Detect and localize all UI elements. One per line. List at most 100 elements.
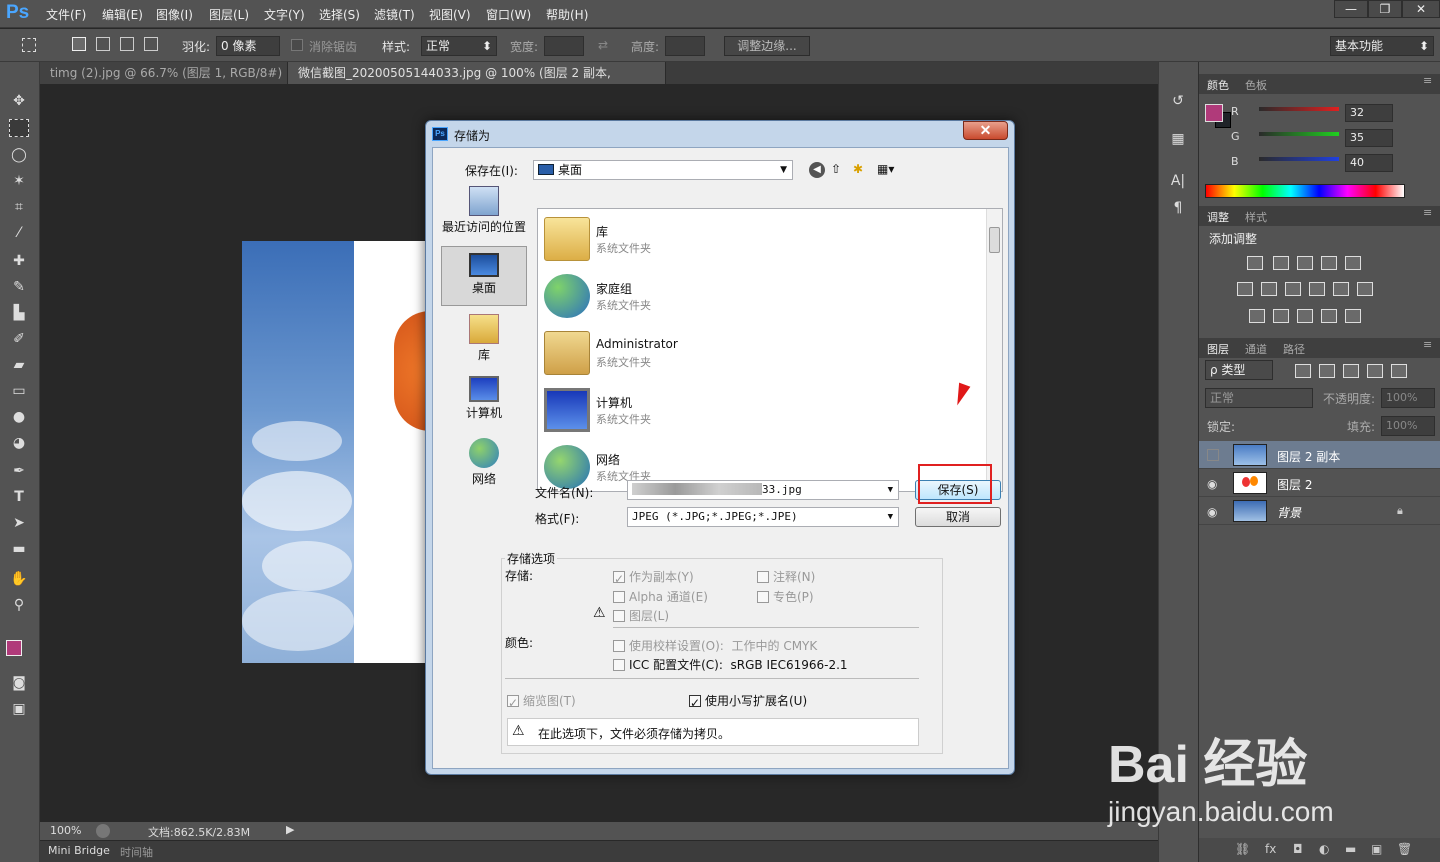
quick-mask-icon[interactable]: ◙ [9, 674, 29, 692]
new-adjustment-icon[interactable]: ◐ [1319, 842, 1329, 856]
posterize-icon[interactable] [1273, 309, 1289, 323]
width-input[interactable] [544, 36, 584, 56]
format-select[interactable]: JPEG (*.JPG;*.JPEG;*.JPE) ▼ [627, 507, 899, 527]
tab-layers[interactable]: 图层 [1207, 341, 1229, 357]
visibility-toggle[interactable] [1207, 449, 1219, 461]
refine-edge-button[interactable]: 调整边缘... [724, 36, 810, 56]
option-proof[interactable]: 使用校样设置(O): 工作中的 CMYK [613, 637, 817, 654]
lasso-tool-icon[interactable]: ◯ [9, 146, 29, 164]
filter-adjust-icon[interactable] [1319, 364, 1335, 378]
cancel-button[interactable]: 取消 [915, 507, 1001, 527]
path-select-icon[interactable]: ➤ [9, 514, 29, 532]
layer-row[interactable]: ◉ 图层 2 [1199, 469, 1440, 497]
delete-layer-icon[interactable]: 🗑︎ [1397, 842, 1412, 856]
option-icc[interactable]: ICC 配置文件(C): sRGB IEC61966-2.1 [613, 656, 848, 673]
channel-mixer-icon[interactable] [1333, 282, 1349, 296]
option-spot[interactable]: 专色(P) [757, 588, 814, 605]
filter-shape-icon[interactable] [1367, 364, 1383, 378]
magic-wand-icon[interactable]: ✶ [9, 172, 29, 190]
feather-input[interactable]: 0 像素 [216, 36, 280, 56]
option-lowercase[interactable]: ✓ 使用小写扩展名(U) [689, 692, 807, 710]
panel-menu-icon[interactable]: ≡ [1423, 338, 1432, 351]
vibrance-icon[interactable] [1345, 256, 1361, 270]
type-tool-icon[interactable]: T [9, 488, 29, 506]
status-info-icon[interactable] [96, 824, 110, 838]
pen-tool-icon[interactable]: ✒ [9, 462, 29, 480]
checkbox[interactable]: ✓ [689, 695, 701, 710]
move-tool-icon[interactable]: ✥ [9, 92, 29, 110]
checkbox[interactable]: ✓ [507, 695, 519, 710]
option-layers[interactable]: 图层(L) [613, 607, 669, 624]
checkbox[interactable] [757, 591, 769, 603]
zoom-tool-icon[interactable]: ⚲ [9, 596, 29, 614]
blur-tool-icon[interactable]: ● [9, 408, 29, 426]
photo-filter-icon[interactable] [1309, 282, 1325, 296]
g-value[interactable]: 35 [1345, 129, 1393, 147]
foreground-color-swatch[interactable] [6, 640, 22, 656]
threshold-icon[interactable] [1297, 309, 1313, 323]
menu-type[interactable]: 文字(Y) [264, 6, 305, 23]
black-white-icon[interactable] [1285, 282, 1301, 296]
list-item[interactable]: 库 系统文件夹 [544, 209, 984, 266]
scrollbar[interactable] [986, 209, 1002, 491]
marquee-preset-icon[interactable] [22, 38, 36, 52]
checkbox[interactable]: ✓ [613, 571, 625, 586]
rectangle-tool-icon[interactable]: ▬ [9, 540, 29, 558]
color-balance-icon[interactable] [1261, 282, 1277, 296]
g-slider[interactable] [1259, 132, 1339, 136]
eye-icon[interactable]: ◉ [1207, 505, 1217, 519]
add-selection-icon[interactable] [96, 37, 110, 51]
tab-paths[interactable]: 路径 [1283, 341, 1305, 357]
layer-row[interactable]: 图层 2 副本 [1199, 441, 1440, 469]
list-item[interactable]: 计算机 系统文件夹 [544, 380, 984, 437]
menu-filter[interactable]: 滤镜(T) [374, 6, 415, 23]
option-notes[interactable]: 注释(N) [757, 568, 815, 585]
fg-color-chip[interactable] [1205, 104, 1223, 122]
panel-menu-icon[interactable]: ≡ [1423, 74, 1432, 87]
filter-pixel-icon[interactable] [1295, 364, 1311, 378]
layer-name[interactable]: 图层 2 [1277, 476, 1312, 493]
place-recent[interactable]: 最近访问的位置 [441, 186, 527, 235]
tab-styles[interactable]: 样式 [1245, 209, 1267, 225]
zoom-level[interactable]: 100% [50, 824, 81, 837]
brush-tool-icon[interactable]: ✎ [9, 278, 29, 296]
checkbox[interactable] [613, 640, 625, 652]
place-library[interactable]: 库 [441, 314, 527, 363]
menu-help[interactable]: 帮助(H) [546, 6, 588, 23]
option-thumbnail[interactable]: ✓ 缩览图(T) [507, 692, 576, 710]
tab-timeline[interactable]: 时间轴 [120, 844, 153, 860]
link-layers-icon[interactable]: ⛓ [1235, 842, 1250, 856]
tab-adjustments[interactable]: 调整 [1207, 209, 1229, 225]
gradient-tool-icon[interactable]: ▭ [9, 382, 29, 400]
r-value[interactable]: 32 [1345, 104, 1393, 122]
layer-name[interactable]: 图层 2 副本 [1277, 448, 1340, 465]
list-item[interactable]: Administrator 系统文件夹 [544, 323, 984, 380]
option-alpha[interactable]: Alpha 通道(E) [613, 588, 708, 605]
color-lookup-icon[interactable] [1357, 282, 1373, 296]
status-menu-arrow-icon[interactable]: ▶ [286, 823, 294, 836]
scrollbar-thumb[interactable] [989, 227, 1000, 253]
fx-icon[interactable]: fx [1265, 842, 1276, 856]
properties-panel-icon[interactable]: ▦ [1168, 130, 1188, 148]
screen-mode-icon[interactable]: ▣ [9, 700, 29, 718]
close-window-button[interactable]: ✕ [1402, 0, 1440, 18]
curves-icon[interactable] [1297, 256, 1313, 270]
layer-row[interactable]: ◉ 背景 🔒︎ [1199, 497, 1440, 525]
menu-select[interactable]: 选择(S) [319, 6, 360, 23]
workspace-select[interactable]: 基本功能 ⬍ [1330, 36, 1434, 56]
history-brush-icon[interactable]: ✐ [9, 330, 29, 348]
file-list[interactable]: 库 系统文件夹 家庭组 系统文件夹 Administrator 系统文件夹 计算… [537, 208, 1003, 492]
exposure-icon[interactable] [1321, 256, 1337, 270]
option-as-copy[interactable]: ✓ 作为副本(Y) [613, 568, 694, 586]
crop-tool-icon[interactable]: ⌗ [9, 198, 29, 216]
invert-icon[interactable] [1249, 309, 1265, 323]
checkbox[interactable] [757, 571, 769, 583]
r-slider[interactable] [1259, 107, 1339, 111]
view-menu-icon[interactable]: ▦▾ [877, 162, 894, 176]
dialog-close-button[interactable]: ✕ [963, 121, 1008, 140]
brightness-icon[interactable] [1247, 256, 1263, 270]
b-value[interactable]: 40 [1345, 154, 1393, 172]
history-panel-icon[interactable]: ↺ [1168, 92, 1188, 110]
filter-type-icon[interactable] [1343, 364, 1359, 378]
tab-swatches[interactable]: 色板 [1245, 77, 1267, 93]
